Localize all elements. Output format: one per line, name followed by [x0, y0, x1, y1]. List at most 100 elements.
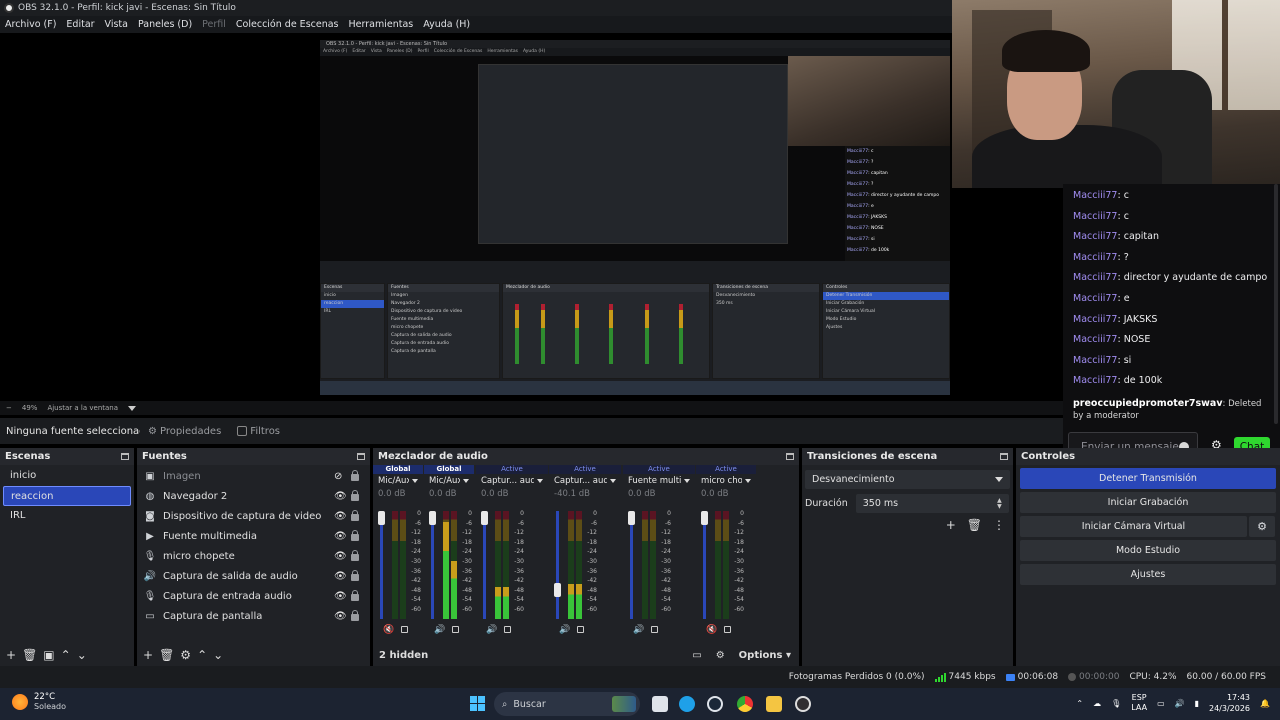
channel-name-dropdown[interactable]: micro chopete	[696, 474, 756, 487]
scene-item-inicio[interactable]: inicio	[3, 466, 131, 486]
source-item[interactable]: 🎙 Captura de entrada audio 👁	[137, 586, 370, 606]
volume-fader[interactable]	[483, 511, 486, 619]
channel-settings-icon[interactable]	[724, 626, 731, 633]
mixer-advanced-icon[interactable]: ⚙	[716, 650, 725, 661]
tray-expand-icon[interactable]: ⌃	[1076, 699, 1083, 708]
source-item[interactable]: ▭ Captura de pantalla 👁	[137, 606, 370, 626]
lock-icon[interactable]	[351, 610, 359, 621]
menu-editar[interactable]: Editar	[61, 19, 99, 30]
muted-speaker-icon[interactable]: 🔇	[383, 625, 394, 635]
obs-taskbar-icon[interactable]	[795, 696, 811, 712]
eye-icon[interactable]: 👁	[334, 591, 347, 602]
fader-knob[interactable]	[628, 511, 635, 525]
zoom-dropdown-icon[interactable]	[128, 405, 137, 411]
add-source-icon[interactable]: +	[143, 648, 153, 662]
source-settings-icon[interactable]: ⚙	[180, 648, 191, 662]
battery-icon[interactable]: ▮	[1195, 699, 1199, 708]
notification-icon[interactable]: 🔔	[1260, 699, 1270, 708]
move-down-icon[interactable]: ⌄	[213, 648, 223, 662]
channel-settings-icon[interactable]	[651, 626, 658, 633]
source-item[interactable]: ◍ Navegador 2 👁	[137, 486, 370, 506]
eye-hidden-icon[interactable]: ⊘	[334, 471, 342, 482]
mixer-options-button[interactable]: Options ▾	[739, 650, 791, 661]
source-item[interactable]: ▶ Fuente multimedia 👁	[137, 526, 370, 546]
eye-icon[interactable]: 👁	[334, 531, 347, 542]
filters-button[interactable]: Filtros	[229, 421, 288, 441]
move-up-icon[interactable]: ⌃	[61, 648, 71, 662]
volume-fader[interactable]	[703, 511, 706, 619]
spinner-icon[interactable]: ▲ ▼	[997, 497, 1002, 510]
chat-username[interactable]: Macciii77	[1073, 211, 1117, 222]
duration-input[interactable]: 350 ms ▲ ▼	[855, 494, 1009, 513]
edge-icon[interactable]	[679, 696, 695, 712]
fader-knob[interactable]	[554, 583, 561, 597]
channel-settings-icon[interactable]	[577, 626, 584, 633]
lock-icon[interactable]	[351, 570, 359, 581]
popout-icon[interactable]	[121, 453, 129, 460]
menu-ayuda[interactable]: Ayuda (H)	[418, 19, 475, 30]
language-indicator[interactable]: ESP LAA	[1131, 693, 1147, 713]
chrome-icon[interactable]	[737, 696, 753, 712]
mixer-layout-icon[interactable]: ▭	[692, 650, 701, 661]
channel-name-dropdown[interactable]: Mic/Aux	[373, 474, 423, 487]
steam-icon[interactable]	[707, 696, 723, 712]
chat-username[interactable]: Macciii77	[1073, 252, 1117, 263]
lock-icon[interactable]	[351, 510, 359, 521]
chat-username[interactable]: Macciii77	[1073, 375, 1117, 386]
fader-knob[interactable]	[378, 511, 385, 525]
popout-icon[interactable]	[1000, 453, 1008, 460]
eye-icon[interactable]: 👁	[334, 491, 347, 502]
transition-select[interactable]: Desvanecimiento	[805, 470, 1010, 489]
lock-icon[interactable]	[351, 530, 359, 541]
chat-username[interactable]: preoccupiedpromoter7swav	[1073, 398, 1223, 409]
menu-coleccion[interactable]: Colección de Escenas	[231, 19, 344, 30]
source-item[interactable]: 🎙 micro chopete 👁	[137, 546, 370, 566]
fader-knob[interactable]	[481, 511, 488, 525]
volume-icon[interactable]: 🔊	[1175, 699, 1185, 708]
speaker-icon[interactable]: 🔊	[486, 625, 497, 635]
channel-settings-icon[interactable]	[452, 626, 459, 633]
channel-settings-icon[interactable]	[504, 626, 511, 633]
settings-button[interactable]: Ajustes	[1020, 564, 1276, 585]
source-item[interactable]: ◙ Dispositivo de captura de video 👁	[137, 506, 370, 526]
volume-fader[interactable]	[431, 511, 434, 619]
eye-icon[interactable]: 👁	[334, 551, 347, 562]
popout-icon[interactable]	[786, 453, 794, 460]
menu-paneles[interactable]: Paneles (D)	[133, 19, 197, 30]
studio-mode-button[interactable]: Modo Estudio	[1020, 540, 1276, 561]
menu-perfil[interactable]: Perfil	[197, 19, 231, 30]
chat-scrollbar[interactable]	[1274, 184, 1278, 424]
mic-tray-icon[interactable]: 🎙	[1111, 699, 1121, 708]
volume-fader[interactable]	[630, 511, 633, 619]
chat-username[interactable]: Macciii77	[1073, 190, 1117, 201]
muted-speaker-icon[interactable]: 🔇	[706, 625, 717, 635]
remove-source-icon[interactable]: 🗑	[159, 648, 174, 662]
volume-fader[interactable]	[380, 511, 383, 619]
remove-scene-icon[interactable]: 🗑	[22, 648, 37, 662]
chat-username[interactable]: Macciii77	[1073, 272, 1117, 283]
hidden-count[interactable]: 2 hidden	[379, 650, 428, 661]
channel-name-dropdown[interactable]: Captur... audio	[549, 474, 621, 487]
zoom-out-icon[interactable]: −	[6, 404, 12, 412]
source-item[interactable]: ▣ Imagen ⊘	[137, 466, 370, 486]
popout-icon[interactable]	[357, 453, 365, 460]
speaker-icon[interactable]: 🔊	[559, 625, 570, 635]
speaker-icon[interactable]: 🔊	[434, 625, 445, 635]
clock[interactable]: 17:43 24/3/2026	[1209, 692, 1250, 714]
move-up-icon[interactable]: ⌃	[197, 648, 207, 662]
fader-knob[interactable]	[701, 511, 708, 525]
zoom-fit[interactable]: Ajustar a la ventana	[47, 404, 118, 412]
lock-icon[interactable]	[351, 550, 359, 561]
zoom-percent[interactable]: 49%	[22, 404, 38, 412]
start-recording-button[interactable]: Iniciar Grabación	[1020, 492, 1276, 513]
chat-username[interactable]: Macciii77	[1073, 293, 1117, 304]
eye-icon[interactable]: 👁	[334, 511, 347, 522]
speaker-icon[interactable]: 🔊	[633, 625, 644, 635]
scene-item-reaccion[interactable]: reaccion	[3, 486, 131, 506]
eye-icon[interactable]: 👁	[334, 611, 347, 622]
menu-herramientas[interactable]: Herramientas	[344, 19, 419, 30]
channel-name-dropdown[interactable]: Mic/Aux 2	[424, 474, 474, 487]
channel-name-dropdown[interactable]: Captur... audio	[476, 474, 548, 487]
stop-streaming-button[interactable]: Detener Transmisión	[1020, 468, 1276, 489]
channel-settings-icon[interactable]	[401, 626, 408, 633]
